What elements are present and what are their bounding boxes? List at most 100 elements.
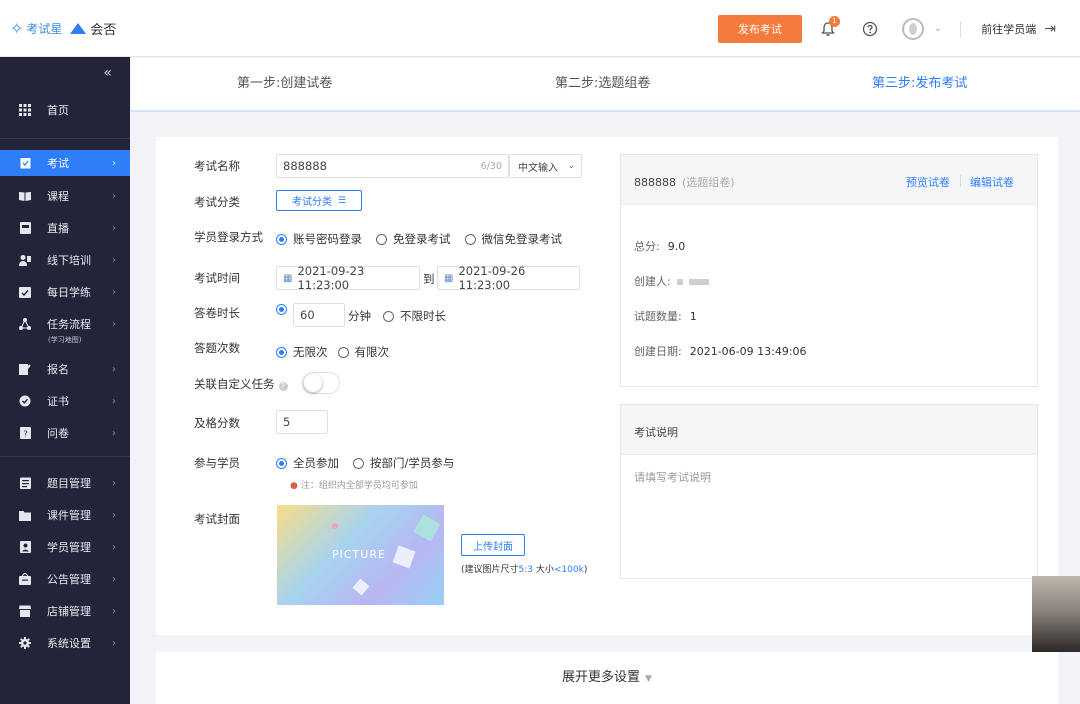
sidebar-item-signup[interactable]: 报名 › xyxy=(0,356,130,382)
chevron-right-icon: › xyxy=(112,477,116,489)
question-count-value: 1 xyxy=(689,310,697,323)
grid-icon xyxy=(19,104,31,116)
svg-text:?: ? xyxy=(23,430,27,439)
help-button[interactable] xyxy=(860,19,880,39)
exam-category-button-label: 考试分类 xyxy=(291,197,332,208)
start-time-input[interactable]: ▦ 2021-09-23 11:23:00 xyxy=(276,264,420,292)
info-icon[interactable]: ? xyxy=(278,382,288,391)
sidebar-item-survey[interactable]: ? 问卷 › xyxy=(0,420,130,446)
sidebar-item-question-bank[interactable]: 题目管理 › xyxy=(0,470,130,496)
edit-paper-link[interactable]: 编辑试卷 xyxy=(970,174,1014,190)
sidebar-item-certificate[interactable]: 证书 › xyxy=(0,388,130,414)
login-option-wechat[interactable]: 微信免登录考试 xyxy=(464,231,562,247)
exam-icon xyxy=(19,157,31,169)
upload-cover-button[interactable]: 上传封面 xyxy=(461,534,525,556)
top-header: ✧ 考试星 会否 发布考试 1 ⌄ 前往学员端 ⇥ xyxy=(0,0,1080,57)
duration-unlimited-radio[interactable]: 不限时长 xyxy=(383,308,446,324)
redacted-name xyxy=(676,279,683,285)
step-publish-exam[interactable]: 第三步:发布考试 xyxy=(872,58,967,110)
preview-paper-link[interactable]: 预览试卷 xyxy=(906,174,950,190)
exam-category-button[interactable]: 考试分类 ☰ xyxy=(276,190,362,211)
exam-category-label: 考试分类 xyxy=(194,195,240,209)
exam-name-input[interactable]: 888888 6/30 xyxy=(276,154,509,178)
input-method-select[interactable]: 中文输入 ⌄ xyxy=(509,154,582,178)
pass-score-input[interactable]: 5 xyxy=(276,410,328,434)
sidebar-item-label: 考试 xyxy=(47,157,69,170)
sidebar-item-offline-training[interactable]: 线下培训 › xyxy=(0,247,130,273)
brand-name: 考试星 xyxy=(26,21,63,36)
divider xyxy=(960,20,962,37)
goto-student-link[interactable]: 前往学员端 ⇥ xyxy=(981,21,1080,37)
question-bank-icon xyxy=(19,477,31,489)
radio-checked-icon xyxy=(276,346,287,358)
list-icon: ☰ xyxy=(337,195,347,206)
end-time-input[interactable]: ▦ 2021-09-26 11:23:00 xyxy=(437,264,580,292)
announcement-icon xyxy=(19,573,31,585)
login-method-label: 学员登录方式 xyxy=(194,230,263,244)
step-select-questions[interactable]: 第二步:选题组卷 xyxy=(555,58,650,110)
toggle-knob xyxy=(304,374,322,392)
panel-header xyxy=(621,405,1037,455)
attempts-limited-radio[interactable]: 有限次 xyxy=(337,344,389,360)
participants-by-dept-radio[interactable]: 按部门/学员参与 xyxy=(353,455,454,471)
radio-icon xyxy=(383,310,394,322)
sidebar-item-daily-practice[interactable]: 每日学练 › xyxy=(0,279,130,305)
certificate-icon xyxy=(19,395,31,407)
chevron-down-icon[interactable]: ⌄ xyxy=(934,23,942,34)
custom-task-toggle[interactable] xyxy=(302,372,340,394)
collapse-sidebar-icon[interactable]: « xyxy=(103,65,112,81)
radio-icon xyxy=(353,457,364,469)
sidebar-item-courseware[interactable]: 课件管理 › xyxy=(0,502,130,528)
time-range-separator: 到 xyxy=(423,272,435,286)
sidebar-item-live[interactable]: 直播 › xyxy=(0,215,130,241)
duration-value: 60 xyxy=(300,308,315,322)
notification-bell[interactable]: 1 xyxy=(818,15,840,39)
chevron-right-icon: › xyxy=(112,157,116,169)
logo[interactable]: ✧ 考试星 会否 xyxy=(10,19,116,38)
duration-input[interactable]: 60 xyxy=(293,303,345,327)
sidebar-item-students[interactable]: 学员管理 › xyxy=(0,534,130,560)
attempts-unlimited-radio[interactable]: 无限次 xyxy=(276,344,328,360)
sidebar-item-exam[interactable]: 考试 › xyxy=(0,150,130,176)
support-avatar-thumbnail[interactable] xyxy=(1032,576,1080,652)
sidebar-item-label: 题目管理 xyxy=(47,477,91,490)
user-icon xyxy=(19,541,31,553)
participants-all-radio[interactable]: 全员参加 xyxy=(276,455,339,471)
calendar-icon: ▦ xyxy=(283,272,293,284)
expand-more-settings[interactable]: 展开更多设置 ▼ xyxy=(156,652,1058,704)
chevron-right-icon: › xyxy=(112,190,116,202)
login-option-password[interactable]: 账号密码登录 xyxy=(276,231,362,247)
attempts-label: 答题次数 xyxy=(194,341,240,355)
sidebar-item-label: 证书 xyxy=(47,395,69,408)
duration-limited-radio[interactable] xyxy=(276,304,293,315)
sidebar-item-label: 首页 xyxy=(47,104,69,117)
participants-label: 参与学员 xyxy=(194,456,240,470)
upload-tip: (建议图片尺寸5:3 大小<100k) xyxy=(461,562,587,575)
training-icon xyxy=(19,254,31,266)
sidebar-item-task-flow[interactable]: 任务流程 › xyxy=(0,311,130,337)
avatar[interactable] xyxy=(901,17,924,40)
publish-exam-button[interactable]: 发布考试 xyxy=(717,14,802,43)
sidebar-item-home[interactable]: 首页 xyxy=(0,97,130,123)
sidebar-item-announcements[interactable]: 公告管理 › xyxy=(0,566,130,592)
sidebar-item-sublabel: (学习地图) xyxy=(48,336,82,344)
login-option-no-login[interactable]: 免登录考试 xyxy=(376,231,451,247)
sidebar-item-settings[interactable]: 系统设置 › xyxy=(0,630,130,656)
star-logo-icon: ✧ xyxy=(10,18,24,38)
description-textarea[interactable]: 请填写考试说明 xyxy=(634,469,711,485)
upload-tip-size: <100k xyxy=(553,565,584,575)
pass-score-value: 5 xyxy=(283,415,291,429)
sidebar: « 首页 考试 › 课程 › 直播 › 线下培训 › 每日学练 › 任务流程 ›… xyxy=(0,57,130,704)
sidebar-item-store[interactable]: 店铺管理 › xyxy=(0,598,130,624)
step-create-paper[interactable]: 第一步:创建试卷 xyxy=(237,58,332,110)
sidebar-item-label: 直播 xyxy=(47,222,69,235)
exam-description-panel: 考试说明 请填写考试说明 xyxy=(620,404,1038,579)
sidebar-item-label: 每日学练 xyxy=(47,286,91,299)
sidebar-item-course[interactable]: 课程 › xyxy=(0,183,130,209)
cover-label: 考试封面 xyxy=(194,512,240,526)
goto-student-label: 前往学员端 xyxy=(981,22,1037,36)
exam-name-value: 888888 xyxy=(283,159,327,173)
chevron-right-icon: › xyxy=(112,222,116,234)
cover-placeholder-text: PICTURE xyxy=(332,548,386,561)
chevron-right-icon: › xyxy=(112,254,116,266)
